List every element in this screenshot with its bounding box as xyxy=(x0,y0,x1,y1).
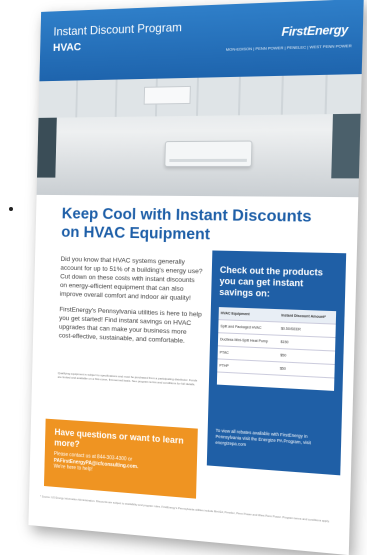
firstenergy-logo: FirstEnergy xyxy=(281,22,349,40)
flyer-page: Instant Discount Program HVAC FirstEnerg… xyxy=(28,0,364,555)
ceiling-tiles xyxy=(38,74,362,118)
contact-panel: Have questions or want to learn more? Pl… xyxy=(43,418,198,499)
table-cell xyxy=(277,375,335,391)
hvac-photo xyxy=(36,74,362,198)
body-paragraph-1: Did you know that HVAC systems generally… xyxy=(59,256,203,303)
program-title: Instant Discount Program xyxy=(53,20,183,39)
fine-print: Qualifying equipment is subject to speci… xyxy=(57,371,198,387)
wall-ac-unit xyxy=(164,140,253,167)
logo-tagline: MON-EDISON | PENN POWER | PENELEC | WEST… xyxy=(225,43,352,52)
savings-note: To view all rebates available with First… xyxy=(215,427,311,448)
headline: Keep Cool with Instant Discounts on HVAC… xyxy=(61,205,312,244)
page-stage: Instant Discount Program HVAC FirstEnerg… xyxy=(0,0,367,555)
window-right xyxy=(331,113,361,179)
bullet-dot xyxy=(9,207,13,211)
table-cell xyxy=(216,371,278,388)
program-category: HVAC xyxy=(52,41,82,54)
body-paragraph-2: FirstEnergy's Pennsylvania utilities is … xyxy=(58,306,202,345)
savings-table: HVAC Equipment Instant Discount Amount* … xyxy=(216,307,337,391)
window-left xyxy=(37,117,57,178)
body-text: Did you know that HVAC systems generally… xyxy=(58,255,204,354)
savings-title: Check out the products you can get insta… xyxy=(219,264,324,299)
savings-panel: Check out the products you can get insta… xyxy=(206,250,347,476)
flyer-header: Instant Discount Program HVAC FirstEnerg… xyxy=(39,0,364,82)
ac-vent xyxy=(169,158,247,162)
ceiling-light xyxy=(143,85,191,105)
footer-disclaimer: * Source: US Energy Information Administ… xyxy=(40,494,330,524)
